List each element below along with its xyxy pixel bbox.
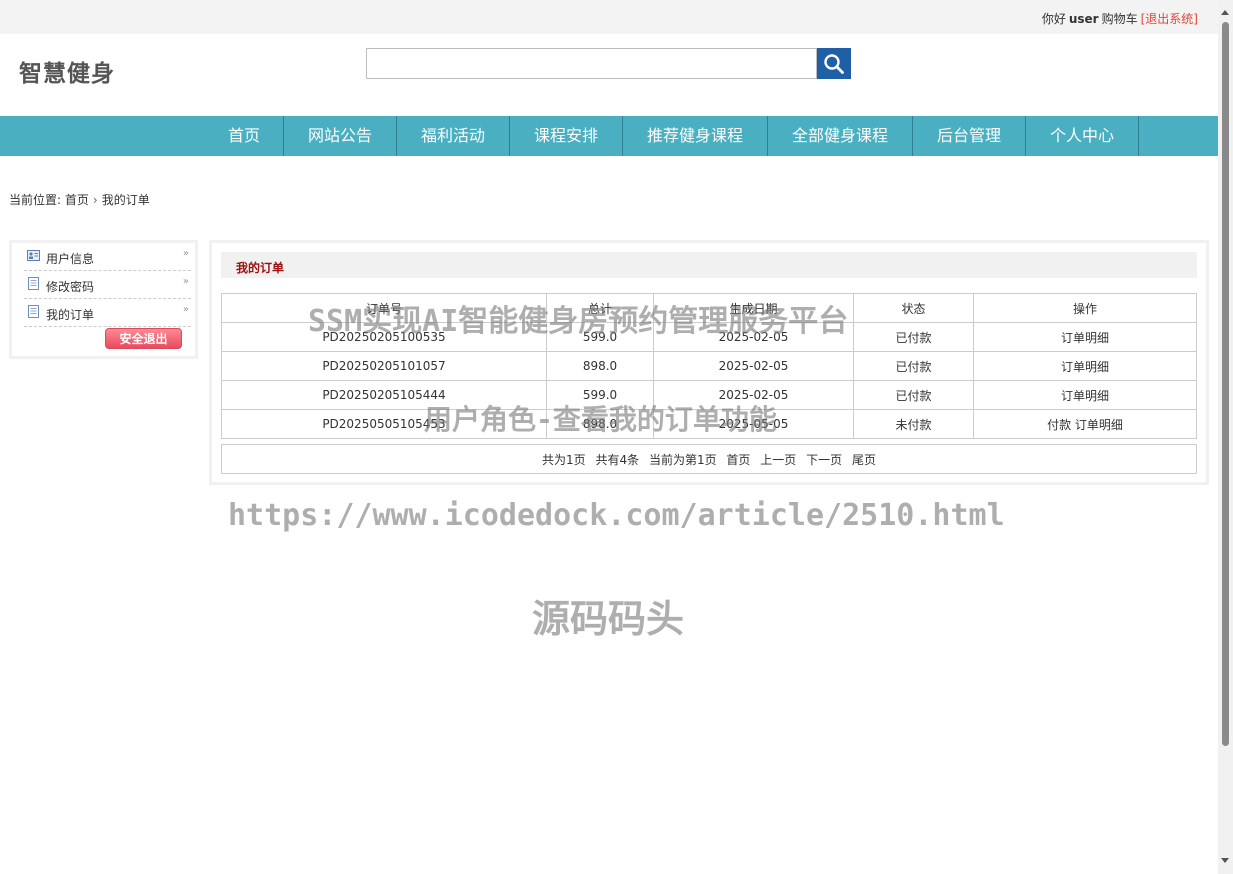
- actions-cell: 订单明细: [973, 380, 1197, 410]
- double-chevron-icon: »: [182, 276, 189, 287]
- pager-current-page: 当前为第1页: [648, 453, 717, 467]
- search-button[interactable]: [817, 48, 851, 79]
- breadcrumb-prefix: 当前位置:: [9, 193, 62, 207]
- pager-first-link[interactable]: 首页: [726, 453, 750, 467]
- pager-total-items: 共有4条: [595, 453, 640, 467]
- search-icon: [824, 53, 844, 74]
- document-icon: [28, 277, 39, 290]
- cart-link[interactable]: 购物车: [1102, 12, 1138, 26]
- breadcrumb: 当前位置: 首页 › 我的订单: [9, 191, 150, 208]
- breadcrumb-home[interactable]: 首页: [65, 193, 89, 207]
- nav-item-recommended[interactable]: 推荐健身课程: [623, 116, 767, 156]
- actions-cell: 订单明细: [973, 351, 1197, 381]
- panel-title-bar: 我的订单: [221, 252, 1197, 278]
- user-box: 你好 user 购物车 [退出系统]: [1042, 10, 1198, 27]
- order-detail-link[interactable]: 订单明细: [1061, 360, 1109, 374]
- scroll-down-arrow-icon[interactable]: [1221, 858, 1229, 863]
- nav-item-home[interactable]: 首页: [204, 116, 284, 156]
- table-row: PD20250205101057 898.0 2025-02-05 已付款 订单…: [221, 351, 1197, 381]
- main-nav: 首页 网站公告 福利活动 课程安排 推荐健身课程 全部健身课程 后台管理 个人中…: [0, 116, 1218, 156]
- column-header-actions: 操作: [973, 293, 1197, 323]
- nav-item-welfare[interactable]: 福利活动: [397, 116, 509, 156]
- site-logo[interactable]: 智慧健身: [19, 54, 115, 88]
- double-chevron-icon: »: [182, 304, 189, 315]
- watermark-title: SSM实现AI智能健身房预约管理服务平台: [308, 304, 849, 339]
- watermark-brand: 源码码头: [532, 597, 685, 641]
- breadcrumb-current: 我的订单: [101, 193, 150, 207]
- top-bar: 你好 user 购物车 [退出系统]: [0, 0, 1218, 34]
- order-detail-link[interactable]: 订单明细: [1075, 418, 1123, 432]
- watermark-subtitle: 用户角色-查看我的订单功能: [424, 403, 777, 436]
- pager-last-link[interactable]: 尾页: [852, 453, 876, 467]
- pay-link[interactable]: 付款: [1047, 418, 1071, 432]
- status-cell: 已付款: [853, 380, 974, 410]
- greeting-text: 你好: [1041, 12, 1066, 26]
- panel-title: 我的订单: [236, 261, 285, 275]
- total-cell: 898.0: [546, 351, 654, 381]
- nav-item-all-courses[interactable]: 全部健身课程: [768, 116, 912, 156]
- chevron-right-icon: ›: [92, 193, 98, 207]
- order-no-cell: PD20250205101057: [221, 351, 547, 381]
- scroll-up-arrow-icon[interactable]: [1221, 10, 1229, 15]
- scrollbar-thumb[interactable]: [1222, 22, 1229, 746]
- order-detail-link[interactable]: 订单明细: [1061, 389, 1109, 403]
- sidebar-item-label: 用户信息: [46, 252, 95, 266]
- status-cell: 未付款: [853, 409, 974, 439]
- page: 你好 user 购物车 [退出系统] 智慧健身 首页 网站公告 福利活动 课程安排 推…: [0, 0, 1233, 874]
- vertical-scrollbar[interactable]: [1218, 0, 1233, 874]
- sidebar-item-label: 修改密码: [46, 280, 95, 294]
- document-icon: [28, 305, 39, 318]
- watermark-url: https://www.icodedock.com/article/2510.h…: [228, 498, 1005, 533]
- pager-prev-link[interactable]: 上一页: [760, 453, 796, 467]
- double-chevron-icon: »: [182, 248, 189, 259]
- nav-divider: [1138, 116, 1139, 156]
- status-cell: 已付款: [853, 351, 974, 381]
- sidebar-item-user-info[interactable]: 用户信息 »: [24, 243, 191, 271]
- pager-next-link[interactable]: 下一页: [806, 453, 842, 467]
- order-detail-link[interactable]: 订单明细: [1061, 331, 1109, 345]
- sidebar-item-label: 我的订单: [46, 308, 95, 322]
- pagination: 共为1页 共有4条 当前为第1页 首页 上一页 下一页 尾页: [221, 444, 1197, 474]
- pager-total-pages: 共为1页: [542, 453, 586, 467]
- username: user: [1068, 12, 1099, 26]
- safe-logout-button[interactable]: 安全退出: [105, 328, 182, 349]
- user-card-icon: [27, 250, 40, 261]
- sidebar: 用户信息 » 修改密码 » 我的订单 » 安全退出: [9, 240, 198, 359]
- actions-cell: 付款 订单明细: [973, 409, 1197, 439]
- nav-item-announcements[interactable]: 网站公告: [284, 116, 396, 156]
- nav-item-profile[interactable]: 个人中心: [1026, 116, 1138, 156]
- orders-panel: 我的订单 订单号 总计 生成日期 状态 操作 PD20250205100535 …: [209, 240, 1209, 485]
- nav-item-schedule[interactable]: 课程安排: [510, 116, 622, 156]
- actions-cell: 订单明细: [973, 322, 1197, 352]
- sidebar-item-change-password[interactable]: 修改密码 »: [24, 271, 191, 299]
- column-header-status: 状态: [853, 293, 974, 323]
- nav-item-admin[interactable]: 后台管理: [913, 116, 1025, 156]
- date-cell: 2025-02-05: [653, 351, 854, 381]
- status-cell: 已付款: [853, 322, 974, 352]
- logout-link[interactable]: [退出系统]: [1141, 12, 1198, 26]
- search-input[interactable]: [366, 48, 817, 79]
- sidebar-item-my-orders[interactable]: 我的订单 »: [24, 299, 191, 327]
